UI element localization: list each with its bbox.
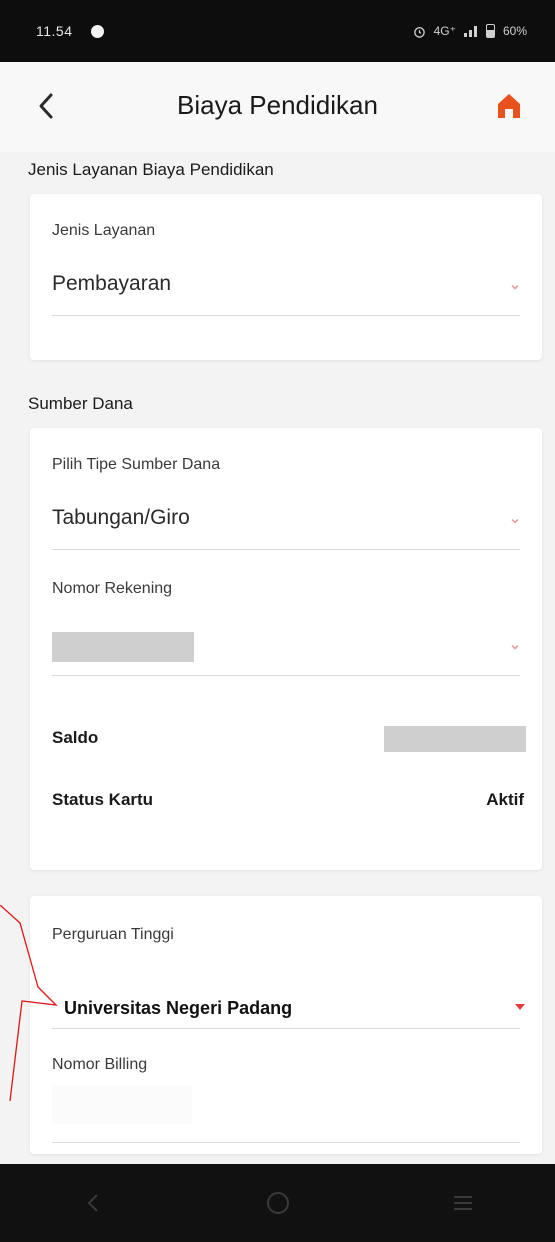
chevron-down-icon [511, 518, 519, 524]
nomor-billing-field-fill [52, 1086, 192, 1124]
nomor-billing-input[interactable] [30, 1082, 542, 1142]
chevron-down-icon [511, 644, 519, 650]
status-kartu-value: Aktif [486, 790, 524, 809]
perguruan-tinggi-select[interactable]: Universitas Negeri Padang [30, 992, 542, 1026]
page-title: Biaya Pendidikan [177, 90, 378, 120]
notification-dot-icon [90, 24, 104, 38]
chevron-down-icon [511, 284, 519, 290]
perguruan-tinggi-label: Perguruan Tinggi [52, 926, 174, 943]
jenis-layanan-label: Jenis Layanan [52, 222, 156, 239]
masked-account-number [52, 632, 194, 662]
perguruan-tinggi-value: Universitas Negeri Padang [64, 998, 293, 1018]
nav-recents-icon [453, 1196, 472, 1210]
alarm-icon [413, 26, 425, 38]
status-indicators: 4G⁺ 60% [413, 24, 527, 38]
signal-icon [463, 26, 477, 37]
jenis-layanan-value: Pembayaran [52, 272, 172, 295]
nomor-rekening-select[interactable] [30, 624, 542, 672]
sumber-dana-card: Pilih Tipe Sumber Dana Tabungan/Giro Nom… [30, 428, 542, 870]
jenis-layanan-card: Jenis Layanan Pembayaran [30, 194, 542, 360]
nomor-billing-underline [52, 1142, 520, 1143]
network-type-text: 4G⁺ [433, 24, 456, 38]
nomor-billing-label: Nomor Billing [52, 1056, 148, 1073]
nav-back-button[interactable] [73, 1183, 113, 1223]
battery-icon [485, 24, 495, 38]
tipe-sumber-dana-underline [52, 549, 520, 550]
nomor-rekening-underline [52, 675, 520, 676]
status-time: 11.54 [36, 23, 73, 39]
nav-back-icon [87, 1194, 98, 1212]
caret-down-icon [515, 1004, 525, 1010]
status-bar: 11.54 4G⁺ 60% [0, 0, 555, 62]
nomor-rekening-label: Nomor Rekening [52, 580, 173, 597]
masked-saldo-value [384, 726, 526, 752]
section-title-jenis-layanan: Jenis Layanan Biaya Pendidikan [28, 160, 274, 179]
jenis-layanan-select[interactable]: Pembayaran [30, 262, 542, 314]
tipe-sumber-dana-value: Tabungan/Giro [52, 506, 190, 529]
home-button[interactable] [493, 90, 525, 122]
app-header: Biaya Pendidikan [0, 62, 555, 152]
jenis-layanan-underline [52, 315, 520, 316]
nav-recents-button[interactable] [443, 1183, 483, 1223]
battery-percent: 60% [502, 24, 527, 38]
nav-home-button[interactable] [258, 1183, 298, 1223]
saldo-label: Saldo [52, 728, 99, 747]
home-icon [498, 94, 520, 118]
section-title-sumber-dana: Sumber Dana [28, 394, 133, 413]
system-navigation-bar [0, 1164, 555, 1242]
perguruan-tinggi-underline [52, 1028, 520, 1029]
status-kartu-label: Status Kartu [52, 790, 154, 809]
nav-home-icon [266, 1192, 289, 1214]
tipe-sumber-dana-label: Pilih Tipe Sumber Dana [52, 456, 221, 473]
institusi-card: Perguruan Tinggi Universitas Negeri Pada… [30, 896, 542, 1154]
tipe-sumber-dana-select[interactable]: Tabungan/Giro [30, 496, 542, 548]
